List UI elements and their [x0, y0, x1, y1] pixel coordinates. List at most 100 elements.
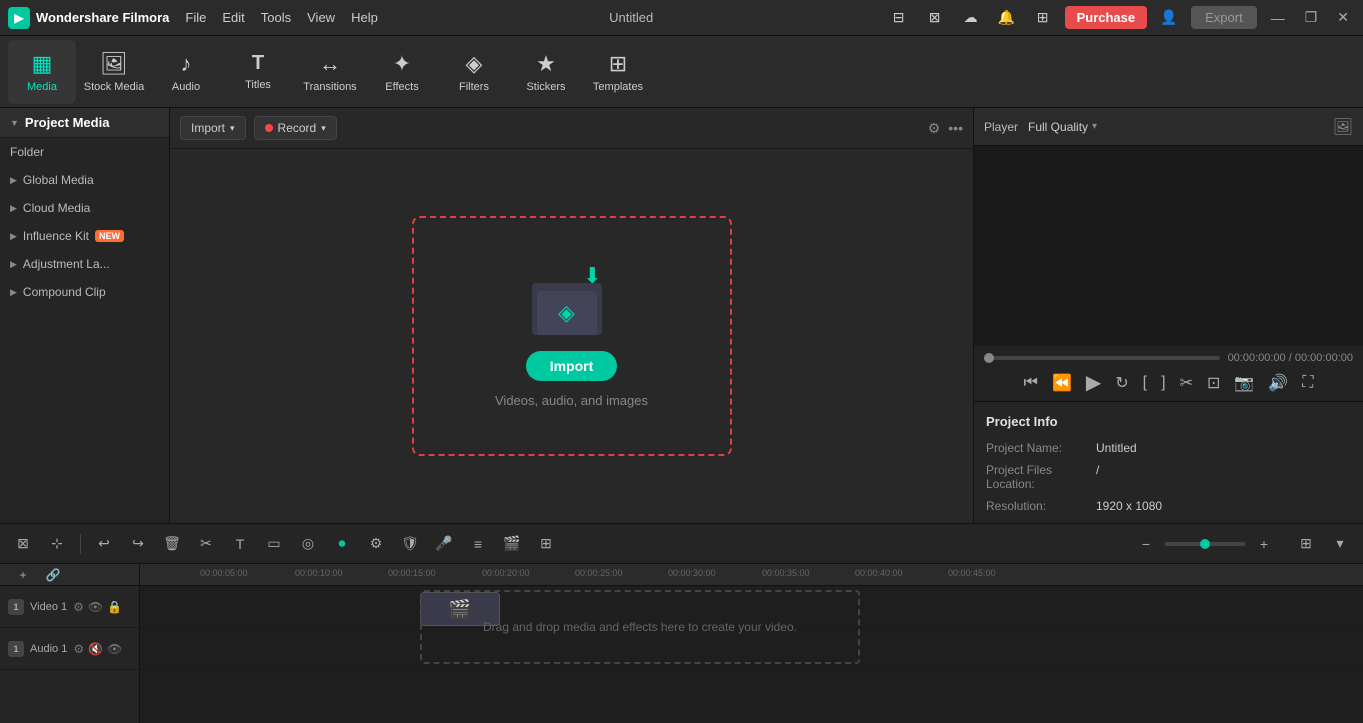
- maximize-button[interactable]: ❐: [1299, 9, 1324, 26]
- menu-edit[interactable]: Edit: [222, 10, 244, 25]
- screen-icon[interactable]: ⊠: [921, 4, 949, 32]
- filter-icon[interactable]: ⚙: [928, 120, 941, 137]
- menu-help[interactable]: Help: [351, 10, 378, 25]
- zoom-out-button[interactable]: −: [1131, 529, 1161, 559]
- zoom-thumb[interactable]: [1200, 539, 1210, 549]
- record-tl-button[interactable]: ⏺: [327, 529, 357, 559]
- mark-in-button[interactable]: [: [1143, 374, 1147, 392]
- audio-button[interactable]: 🔊: [1268, 373, 1288, 393]
- effects-icon: ✦: [393, 51, 411, 77]
- purchase-button[interactable]: Purchase: [1065, 6, 1148, 29]
- media-icon: ▦: [32, 51, 53, 77]
- menu-view[interactable]: View: [307, 10, 335, 25]
- settings-tl-button[interactable]: ⚙: [361, 529, 391, 559]
- redo-button[interactable]: ↪: [123, 529, 153, 559]
- export-button[interactable]: Export: [1191, 6, 1257, 29]
- record-label: Record: [278, 121, 317, 135]
- player-image-icon[interactable]: 🖼: [1333, 117, 1353, 137]
- progress-thumb[interactable]: [984, 353, 994, 363]
- video-track-eye-icon[interactable]: 👁: [88, 600, 103, 614]
- layout-button[interactable]: ⊞: [1291, 529, 1321, 559]
- audio-track-settings-icon[interactable]: ⚙: [73, 642, 84, 656]
- toolbar-audio[interactable]: ♪ Audio: [152, 40, 220, 104]
- sidebar-item-global-media[interactable]: ▶ Global Media: [0, 166, 169, 194]
- audio-track-label: Audio 1: [30, 643, 67, 655]
- timeline-tracks-left: + 🔗 1 Video 1 ⚙ 👁 🔒 1 Audio 1 ⚙ 🔇 👁: [0, 564, 140, 723]
- crop-button[interactable]: ▭: [259, 529, 289, 559]
- pip-button[interactable]: ⊞: [531, 529, 561, 559]
- sidebar-item-cloud-media[interactable]: ▶ Cloud Media: [0, 194, 169, 222]
- record-dot-icon: [265, 124, 273, 132]
- mic-button[interactable]: 🎤: [429, 529, 459, 559]
- global-media-label: Global Media: [23, 173, 94, 187]
- toolbar-titles[interactable]: T Titles: [224, 40, 292, 104]
- mark-out-button[interactable]: ]: [1161, 374, 1165, 392]
- split-button[interactable]: ✂: [1180, 373, 1193, 393]
- magnetic-timeline-button[interactable]: ⊠: [8, 529, 38, 559]
- global-media-arrow-icon: ▶: [10, 175, 17, 186]
- video-track-settings-icon[interactable]: ⚙: [73, 600, 84, 614]
- more-options-icon[interactable]: •••: [948, 120, 963, 136]
- delete-button[interactable]: 🗑: [157, 529, 187, 559]
- app-name: Wondershare Filmora: [36, 10, 169, 25]
- shield-button[interactable]: 🛡: [395, 529, 425, 559]
- step-back-button[interactable]: ⏪: [1052, 373, 1072, 393]
- toolbar-stickers[interactable]: ★ Stickers: [512, 40, 580, 104]
- cloud-icon[interactable]: ☁: [957, 4, 985, 32]
- subtitle-button[interactable]: ≡: [463, 529, 493, 559]
- close-button[interactable]: ✕: [1331, 9, 1355, 26]
- import-drop-zone[interactable]: ◈ ⬇ Import Videos, audio, and images: [412, 216, 732, 456]
- bell-icon[interactable]: 🔔: [993, 4, 1021, 32]
- minimize-window-icon[interactable]: ⊟: [885, 4, 913, 32]
- menu-tools[interactable]: Tools: [261, 10, 291, 25]
- quality-label: Full Quality: [1028, 120, 1088, 134]
- skip-back-button[interactable]: ⏮: [1024, 374, 1038, 392]
- import-drop-button[interactable]: Import: [526, 351, 618, 381]
- undo-button[interactable]: ↩: [89, 529, 119, 559]
- play-button[interactable]: ▶: [1086, 370, 1101, 395]
- grid-icon[interactable]: ⊞: [1029, 4, 1057, 32]
- drag-drop-zone[interactable]: Drag and drop media and effects here to …: [420, 590, 860, 664]
- toolbar-filters[interactable]: ◈ Filters: [440, 40, 508, 104]
- sidebar-item-compound-clip[interactable]: ▶ Compound Clip: [0, 278, 169, 306]
- sidebar-item-influence-kit[interactable]: ▶ Influence Kit NEW: [0, 222, 169, 250]
- import-button[interactable]: Import ▾: [180, 116, 246, 140]
- info-project-name-value: Untitled: [1096, 441, 1137, 455]
- audio-track-eye-icon[interactable]: 👁: [107, 642, 122, 656]
- text-tool-button[interactable]: T: [225, 529, 255, 559]
- menu-file[interactable]: File: [185, 10, 206, 25]
- player-progress: 00:00:00:00 / 00:00:00:00: [984, 352, 1353, 364]
- track-label-video1: 1 Video 1 ⚙ 👁 🔒: [0, 586, 139, 628]
- project-media-header[interactable]: ▼ Project Media: [0, 108, 169, 138]
- display-button[interactable]: ⊡: [1207, 373, 1220, 393]
- progress-track[interactable]: [984, 356, 1220, 360]
- toolbar-stock-media[interactable]: 🖼 Stock Media: [80, 40, 148, 104]
- color-button[interactable]: ◎: [293, 529, 323, 559]
- zoom-slider[interactable]: [1165, 542, 1245, 546]
- transform-button[interactable]: ⊹: [42, 529, 72, 559]
- snapshot-button[interactable]: 📷: [1234, 373, 1254, 393]
- sidebar-item-folder[interactable]: Folder: [0, 138, 169, 166]
- player-quality-selector[interactable]: Full Quality ▾: [1028, 120, 1097, 134]
- info-project-name: Project Name: Untitled: [986, 441, 1351, 455]
- layout-more-button[interactable]: ▾: [1325, 529, 1355, 559]
- toolbar-media[interactable]: ▦ Media: [8, 40, 76, 104]
- fullscreen-button[interactable]: ⛶: [1302, 374, 1313, 392]
- toolbar-transitions[interactable]: ↔ Transitions: [296, 40, 364, 104]
- cut-button[interactable]: ✂: [191, 529, 221, 559]
- main-layout: ▼ Project Media Folder ▶ Global Media ▶ …: [0, 108, 1363, 523]
- loop-button[interactable]: ↻: [1115, 373, 1128, 393]
- player-controls-bar: 00:00:00:00 / 00:00:00:00 ⏮ ⏪ ▶ ↻ [ ] ✂ …: [974, 346, 1363, 402]
- info-resolution: Resolution: 1920 x 1080: [986, 499, 1351, 513]
- toolbar-effects[interactable]: ✦ Effects: [368, 40, 436, 104]
- toolbar-templates[interactable]: ⊞ Templates: [584, 40, 652, 104]
- video-track-lock-icon[interactable]: 🔒: [107, 600, 122, 614]
- toolbar-effects-label: Effects: [385, 81, 418, 93]
- media-button[interactable]: 🎬: [497, 529, 527, 559]
- sidebar-item-adjustment-layer[interactable]: ▶ Adjustment La...: [0, 250, 169, 278]
- audio-track-mute-icon[interactable]: 🔇: [88, 642, 103, 656]
- minimize-button[interactable]: —: [1265, 10, 1291, 26]
- user-avatar[interactable]: 👤: [1155, 4, 1183, 32]
- zoom-in-button[interactable]: +: [1249, 529, 1279, 559]
- record-button[interactable]: Record ▾: [254, 116, 337, 140]
